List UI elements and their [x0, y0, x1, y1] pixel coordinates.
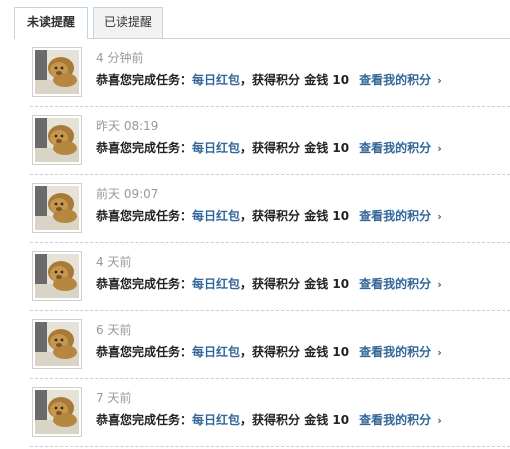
notification-time: 6 天前 — [96, 323, 132, 337]
avatar-image — [35, 322, 79, 366]
reward-text: ，获得积分 金钱 10 — [240, 209, 350, 223]
message-prefix: 恭喜您完成任务： — [96, 277, 193, 291]
message-prefix: 恭喜您完成任务： — [96, 345, 193, 359]
tab-read[interactable]: 已读提醒 — [93, 7, 163, 39]
notification-time: 4 天前 — [96, 255, 132, 269]
avatar-image — [35, 390, 79, 434]
chevron-right-icon: › — [437, 414, 442, 427]
chevron-right-icon: › — [437, 278, 442, 291]
list-item: 7 天前 恭喜您完成任务：每日红包，获得积分 金钱 10 查看我的积分 › — [30, 379, 510, 447]
view-points-label: 查看我的积分 — [359, 73, 432, 87]
view-points-link[interactable]: 查看我的积分 › — [359, 141, 442, 155]
task-link[interactable]: 每日红包 — [192, 141, 240, 155]
reward-text: ，获得积分 金钱 10 — [240, 277, 350, 291]
notification-message: 恭喜您完成任务：每日红包，获得积分 金钱 10 查看我的积分 › — [96, 139, 442, 156]
notification-list: 4 分钟前 恭喜您完成任务：每日红包，获得积分 金钱 10 查看我的积分 › 昨天… — [30, 39, 510, 447]
view-points-link[interactable]: 查看我的积分 › — [359, 209, 442, 223]
view-points-label: 查看我的积分 — [359, 277, 432, 291]
view-points-label: 查看我的积分 — [359, 141, 432, 155]
view-points-label: 查看我的积分 — [359, 209, 432, 223]
task-link[interactable]: 每日红包 — [192, 277, 240, 291]
message-prefix: 恭喜您完成任务： — [96, 141, 193, 155]
avatar[interactable] — [32, 251, 82, 301]
view-points-link[interactable]: 查看我的积分 › — [359, 413, 442, 427]
chevron-right-icon: › — [437, 74, 442, 87]
avatar-image — [35, 50, 79, 94]
list-item: 4 分钟前 恭喜您完成任务：每日红包，获得积分 金钱 10 查看我的积分 › — [30, 39, 510, 107]
message-prefix: 恭喜您完成任务： — [96, 413, 193, 427]
notification-message: 恭喜您完成任务：每日红包，获得积分 金钱 10 查看我的积分 › — [96, 343, 442, 360]
notification-time: 4 分钟前 — [96, 51, 144, 65]
notification-message: 恭喜您完成任务：每日红包，获得积分 金钱 10 查看我的积分 › — [96, 275, 442, 292]
avatar-image — [35, 186, 79, 230]
view-points-link[interactable]: 查看我的积分 › — [359, 277, 442, 291]
chevron-right-icon: › — [437, 346, 442, 359]
notification-message: 恭喜您完成任务：每日红包，获得积分 金钱 10 查看我的积分 › — [96, 71, 442, 88]
task-link[interactable]: 每日红包 — [192, 209, 240, 223]
reward-text: ，获得积分 金钱 10 — [240, 345, 350, 359]
message-prefix: 恭喜您完成任务： — [96, 209, 193, 223]
chevron-right-icon: › — [437, 210, 442, 223]
avatar[interactable] — [32, 115, 82, 165]
reward-text: ，获得积分 金钱 10 — [240, 413, 350, 427]
message-prefix: 恭喜您完成任务： — [96, 73, 193, 87]
notification-time: 前天 09:07 — [96, 187, 159, 201]
list-item: 前天 09:07 恭喜您完成任务：每日红包，获得积分 金钱 10 查看我的积分 › — [30, 175, 510, 243]
view-points-label: 查看我的积分 — [359, 345, 432, 359]
avatar-image — [35, 118, 79, 162]
reward-text: ，获得积分 金钱 10 — [240, 141, 350, 155]
view-points-link[interactable]: 查看我的积分 › — [359, 345, 442, 359]
avatar[interactable] — [32, 183, 82, 233]
notification-time: 昨天 08:19 — [96, 119, 159, 133]
avatar[interactable] — [32, 47, 82, 97]
notification-message: 恭喜您完成任务：每日红包，获得积分 金钱 10 查看我的积分 › — [96, 207, 442, 224]
notification-time: 7 天前 — [96, 391, 132, 405]
chevron-right-icon: › — [437, 142, 442, 155]
task-link[interactable]: 每日红包 — [192, 73, 240, 87]
list-item: 昨天 08:19 恭喜您完成任务：每日红包，获得积分 金钱 10 查看我的积分 › — [30, 107, 510, 175]
view-points-link[interactable]: 查看我的积分 › — [359, 73, 442, 87]
task-link[interactable]: 每日红包 — [192, 345, 240, 359]
view-points-label: 查看我的积分 — [359, 413, 432, 427]
avatar[interactable] — [32, 319, 82, 369]
tab-unread[interactable]: 未读提醒 — [14, 7, 88, 39]
notification-tabs: 未读提醒 已读提醒 — [0, 0, 510, 39]
list-item: 4 天前 恭喜您完成任务：每日红包，获得积分 金钱 10 查看我的积分 › — [30, 243, 510, 311]
avatar[interactable] — [32, 387, 82, 437]
avatar-image — [35, 254, 79, 298]
task-link[interactable]: 每日红包 — [192, 413, 240, 427]
reward-text: ，获得积分 金钱 10 — [240, 73, 350, 87]
list-item: 6 天前 恭喜您完成任务：每日红包，获得积分 金钱 10 查看我的积分 › — [30, 311, 510, 379]
notification-message: 恭喜您完成任务：每日红包，获得积分 金钱 10 查看我的积分 › — [96, 411, 442, 428]
